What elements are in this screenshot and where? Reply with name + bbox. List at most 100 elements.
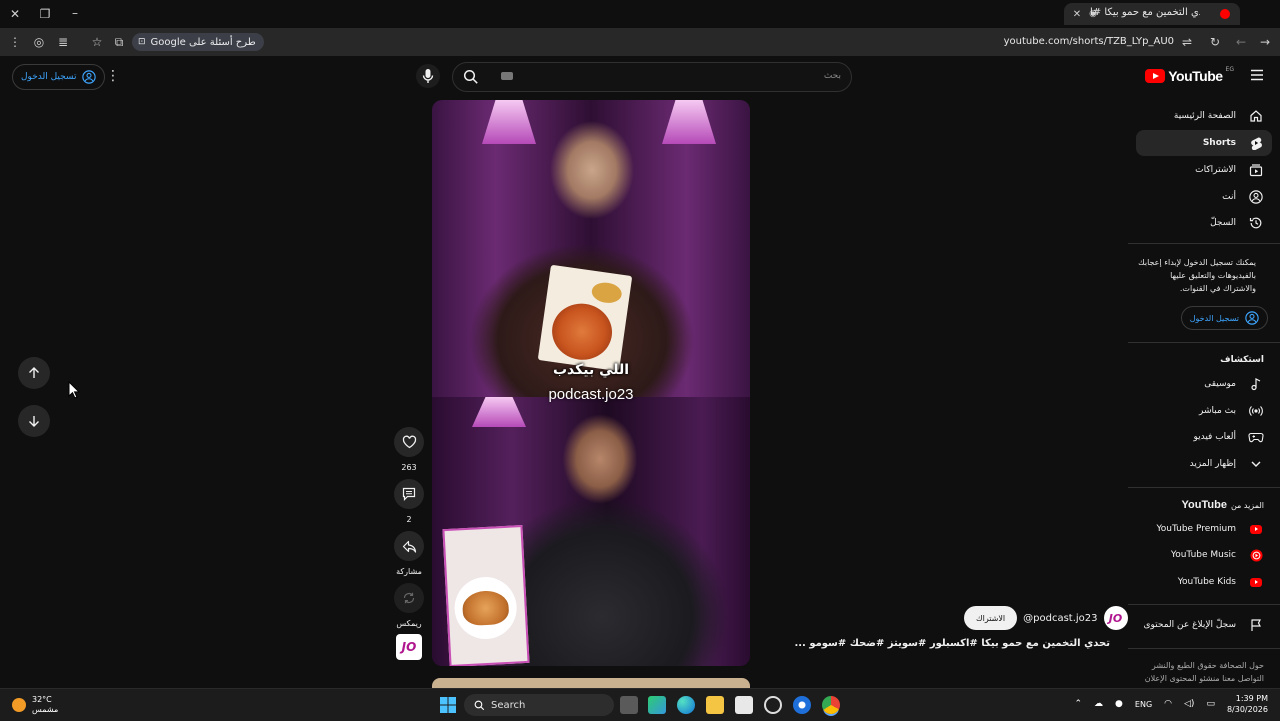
sidebar-item-live[interactable]: بث مباشر — [1136, 398, 1280, 424]
microphone-icon — [422, 69, 434, 83]
tab-title: تحدي التخمين مع حمو بيكا #ا — [1090, 7, 1200, 18]
sidebar-item-show-more[interactable]: إظهار المزيد — [1136, 451, 1280, 477]
channel-handle[interactable]: @podcast.jo23 — [1023, 613, 1097, 624]
volume-icon[interactable]: ◁) — [1184, 699, 1194, 709]
next-short-button[interactable] — [18, 405, 50, 437]
back-icon[interactable]: → — [1256, 33, 1274, 51]
forward-icon[interactable]: ← — [1232, 33, 1250, 51]
short-video-player[interactable]: اللي بيكدب podcast.jo23 — [432, 100, 750, 666]
task-view-icon[interactable] — [620, 696, 638, 714]
search-icon[interactable] — [463, 69, 479, 85]
widgets-icon[interactable] — [648, 696, 666, 714]
browser-tab-active[interactable]: ✕ ◉ تحدي التخمين مع حمو بيكا #ا — [1064, 3, 1240, 25]
windows-start-icon[interactable] — [440, 697, 456, 713]
account-circle-icon — [82, 70, 97, 84]
short-title[interactable]: تحدي التخمين مع حمو بيكا #اكسبلور #سويتز… — [760, 638, 1110, 649]
sidebar-item-youtube-music[interactable]: YouTube Music — [1136, 542, 1280, 568]
share-button[interactable] — [394, 531, 424, 561]
search-icon — [474, 700, 485, 710]
restore-window-icon[interactable]: ❐ — [36, 5, 54, 23]
sidebar-item-label: الصفحة الرئيسية — [1173, 111, 1236, 121]
microphone-icon[interactable]: ● — [1115, 699, 1123, 709]
sidebar-item-home[interactable]: الصفحة الرئيسية — [1136, 103, 1280, 129]
url-text[interactable]: youtube.com/shorts/TZB_LYp_AU0 — [1004, 36, 1174, 47]
sidebar-item-label: الاشتراكات — [1195, 165, 1236, 175]
taskbar-search-label: Search — [491, 699, 526, 711]
heart-icon — [402, 435, 416, 449]
video-frame-top — [432, 100, 750, 397]
comment-icon — [402, 487, 416, 501]
sidebar-item-label: موسيقى — [1204, 379, 1236, 389]
like-button[interactable] — [394, 427, 424, 457]
sidebar-item-history[interactable]: السجلّ — [1136, 210, 1280, 236]
sidebar-item-music[interactable]: موسيقى — [1136, 371, 1280, 397]
video-caption: اللي بيكدب — [552, 362, 630, 378]
subscribe-button[interactable]: الاشتراك — [964, 606, 1018, 630]
install-app-icon[interactable]: ⧉ — [110, 33, 128, 51]
settings-gear-icon[interactable] — [764, 696, 782, 714]
sidebar-item-youtube-premium[interactable]: YouTube Premium — [1136, 516, 1280, 542]
hamburger-menu-icon[interactable] — [1250, 69, 1264, 81]
edge-browser-icon[interactable] — [677, 696, 695, 714]
minimize-window-icon[interactable]: – — [66, 4, 84, 22]
weather-widget[interactable]: 32°C مشمس — [12, 695, 58, 715]
settings-more-icon[interactable]: ⋮ — [106, 68, 120, 84]
youtube-logo[interactable]: YouTube EG — [1145, 65, 1234, 84]
comment-button[interactable] — [394, 479, 424, 509]
show-hidden-icons-icon[interactable]: ⌃ — [1075, 699, 1083, 709]
search-box[interactable]: بحث — [452, 62, 852, 92]
home-icon — [1248, 108, 1264, 124]
sidebar-item-report-history[interactable]: سجلّ الإبلاغ عن المحتوى — [1136, 612, 1280, 638]
like-action: 263 — [394, 427, 424, 472]
sidebar-divider — [1128, 604, 1280, 605]
sidebar-item-label: السجلّ — [1210, 218, 1236, 228]
sidebar-item-you[interactable]: أنت — [1136, 184, 1280, 210]
lens-icon: ⊡ — [138, 37, 146, 47]
taskbar-search[interactable]: Search — [464, 694, 614, 716]
onedrive-icon[interactable]: ☁ — [1094, 699, 1103, 709]
sidebar-item-label: YouTube Music — [1170, 550, 1236, 560]
chrome-icon[interactable] — [822, 696, 840, 714]
chevron-down-icon — [1248, 456, 1264, 472]
input-language[interactable]: ENG — [1135, 700, 1152, 709]
microsoft-store-icon[interactable] — [735, 696, 753, 714]
youtube-page: تسجيل الدخول ⋮ بحث YouTube EG الصفحة الر… — [0, 56, 1280, 688]
sign-in-button[interactable]: تسجيل الدخول — [12, 64, 106, 90]
sidebar-item-gaming[interactable]: ألعاب فيديو — [1136, 424, 1280, 450]
previous-short-button[interactable] — [18, 357, 50, 389]
sidebar-item-shorts[interactable]: Shorts — [1136, 130, 1272, 156]
address-bar: ⋮ ◎ ≣ ☆ ⧉ طرح أسئلة على Google ⊡ youtube… — [0, 28, 1280, 56]
voice-search-button[interactable] — [416, 64, 440, 88]
close-window-icon[interactable]: ✕ — [6, 5, 24, 23]
file-explorer-icon[interactable] — [706, 696, 724, 714]
footer-links[interactable]: حول الصحافة حقوق الطبع والنشر التواصل مع… — [1134, 659, 1264, 685]
next-short-preview[interactable] — [432, 678, 750, 688]
share-icon — [402, 540, 416, 553]
sidebar-sign-in-button[interactable]: تسجيل الدخول — [1180, 306, 1268, 330]
weather-desc: مشمس — [32, 705, 59, 714]
search-input[interactable]: بحث — [824, 71, 841, 81]
remix-button[interactable] — [394, 583, 424, 613]
browser-tab-bar: ✕ ❐ – + ✕ ◉ تحدي التخمين مع حمو بيكا #ا — [0, 0, 1280, 28]
bookmark-star-icon[interactable]: ☆ — [88, 33, 106, 51]
sidebar-item-subscriptions[interactable]: الاشتراكات — [1136, 157, 1280, 183]
site-settings-icon[interactable]: ⇌ — [1178, 33, 1196, 51]
channel-avatar[interactable]: JO — [1103, 606, 1128, 630]
comment-action: 2 — [394, 479, 424, 524]
clock-date: 8/30/2026 — [1226, 705, 1268, 714]
battery-icon[interactable]: ▭ — [1206, 699, 1215, 709]
ask-google-button[interactable]: طرح أسئلة على Google ⊡ — [132, 33, 264, 51]
profile-icon[interactable]: ◎ — [30, 33, 48, 51]
keyboard-icon[interactable] — [501, 72, 513, 80]
reading-list-icon[interactable]: ≣ — [54, 33, 72, 51]
channel-logo-thumbnail[interactable]: JO — [396, 634, 422, 660]
lamp-shade — [662, 100, 716, 144]
browser-app-icon[interactable] — [793, 696, 811, 714]
wifi-icon[interactable]: ◠ — [1164, 699, 1172, 709]
logo-word: YouTube — [1168, 68, 1223, 84]
taskbar-clock[interactable]: 1:39 PM 8/30/2026 — [1227, 693, 1268, 715]
browser-menu-icon[interactable]: ⋮ — [6, 33, 24, 51]
reload-icon[interactable]: ↻ — [1206, 33, 1224, 51]
sidebar-item-youtube-kids[interactable]: YouTube Kids — [1136, 569, 1280, 595]
logo-region: EG — [1225, 65, 1234, 73]
